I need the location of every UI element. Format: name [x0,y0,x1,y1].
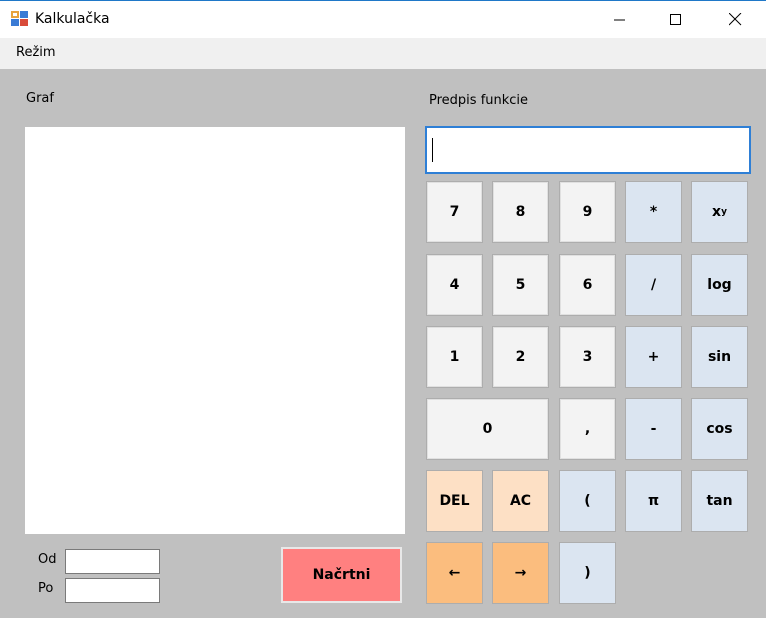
key-divide[interactable]: / [625,254,682,316]
key-3[interactable]: 3 [559,326,616,388]
power-base: x [712,204,722,220]
to-label: Po [38,581,54,596]
key-ac[interactable]: AC [492,470,549,532]
key-left-paren[interactable]: ( [559,470,616,532]
key-2[interactable]: 2 [492,326,549,388]
close-icon [728,13,741,26]
power-exponent: y [721,207,727,217]
graph-label: Graf [26,91,54,106]
minimize-icon [614,19,625,20]
key-minus[interactable]: - [625,398,682,460]
menu-item-rezim[interactable]: Režim [16,45,56,60]
draw-button[interactable]: Načrtni [281,547,402,603]
key-9[interactable]: 9 [559,181,616,243]
function-label: Predpis funkcie [429,93,529,108]
menu-bar: Režim [0,38,766,69]
function-input[interactable] [425,126,751,174]
key-4[interactable]: 4 [426,254,483,316]
title-bar: Kalkulačka [0,0,766,38]
key-multiply[interactable]: * [625,181,682,243]
key-log[interactable]: log [691,254,748,316]
key-comma[interactable]: , [559,398,616,460]
key-7[interactable]: 7 [426,181,483,243]
text-caret [432,138,433,162]
key-0[interactable]: 0 [426,398,549,460]
key-5[interactable]: 5 [492,254,549,316]
app-icon [11,11,28,26]
key-right-paren[interactable]: ) [559,542,616,604]
to-input[interactable] [65,578,160,603]
key-arrow-right[interactable]: → [492,542,549,604]
key-tan[interactable]: tan [691,470,748,532]
from-label: Od [38,552,57,567]
key-1[interactable]: 1 [426,326,483,388]
key-sin[interactable]: sin [691,326,748,388]
key-plus[interactable]: + [625,326,682,388]
graph-canvas[interactable] [25,127,405,534]
maximize-button[interactable] [653,1,699,38]
key-6[interactable]: 6 [559,254,616,316]
key-pi[interactable]: π [625,470,682,532]
key-power[interactable]: xy [691,181,748,243]
window-title: Kalkulačka [35,11,110,27]
key-cos[interactable]: cos [691,398,748,460]
maximize-icon [670,13,681,25]
key-del[interactable]: DEL [426,470,483,532]
from-input[interactable] [65,549,160,574]
minimize-button[interactable] [597,1,643,38]
close-button[interactable] [712,1,758,38]
key-arrow-left[interactable]: ← [426,542,483,604]
key-8[interactable]: 8 [492,181,549,243]
